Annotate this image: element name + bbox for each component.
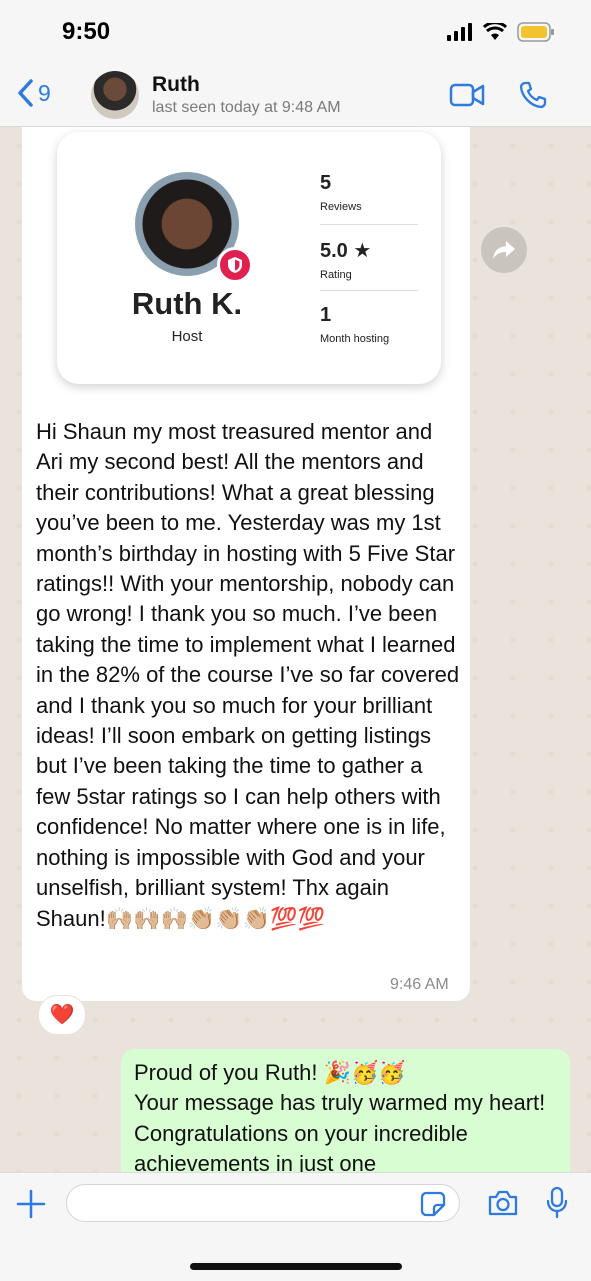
stat-divider	[320, 290, 418, 291]
input-bar	[0, 1172, 591, 1281]
stat-reviews: 5 Reviews	[320, 172, 418, 213]
contact-status: last seen today at 9:48 AM	[152, 99, 341, 116]
outgoing-message-text: Proud of you Ruth! 🎉🥳🥳 Your message has …	[134, 1060, 546, 1173]
stat-months: 1 Month hosting	[320, 304, 418, 345]
video-call-icon[interactable]	[449, 82, 485, 108]
avatar[interactable]	[91, 71, 139, 119]
verified-badge-icon	[217, 247, 253, 283]
stat-rating: 5.0 ★ Rating	[320, 238, 418, 281]
forward-button[interactable]	[481, 227, 527, 273]
plus-icon[interactable]	[14, 1187, 48, 1221]
stat-value: 5	[320, 172, 332, 194]
unread-count: 9	[38, 79, 51, 106]
stat-value: 1	[320, 304, 332, 326]
stat-divider	[320, 224, 418, 225]
battery-icon	[517, 22, 554, 42]
host-role: Host	[171, 328, 203, 345]
forward-icon	[493, 241, 515, 259]
signal-icon	[447, 23, 472, 41]
stat-label: Month hosting	[320, 333, 390, 345]
stat-value: 5.0 ★	[320, 240, 372, 262]
wifi-icon	[483, 23, 507, 40]
incoming-message-text: Hi Shaun my most treasured mentor and Ar…	[36, 419, 460, 931]
message-timestamp: 9:46 AM	[390, 976, 449, 993]
chat-area[interactable]: Ruth K. Host 5 Reviews 5.0 ★ Rating 1 Mo…	[0, 127, 591, 1173]
status-icons	[447, 22, 555, 42]
status-time: 9:50	[62, 18, 111, 45]
microphone-icon[interactable]	[545, 1186, 569, 1220]
contact-name[interactable]: Ruth	[152, 73, 200, 97]
stat-label: Reviews	[320, 201, 362, 213]
camera-icon[interactable]	[487, 1189, 519, 1217]
message-input[interactable]	[66, 1184, 460, 1222]
stat-label: Rating	[320, 269, 352, 281]
status-bar: 9:50	[0, 0, 591, 64]
reaction-badge[interactable]: ❤️	[38, 995, 86, 1035]
chat-header: 9 Ruth last seen today at 9:48 AM	[0, 64, 591, 127]
sticker-icon[interactable]	[420, 1191, 446, 1217]
home-indicator	[190, 1263, 402, 1270]
host-name: Ruth K.	[131, 286, 243, 321]
phone-call-icon[interactable]	[518, 80, 548, 110]
back-button[interactable]: 9	[16, 78, 51, 108]
profile-card: Ruth K. Host 5 Reviews 5.0 ★ Rating 1 Mo…	[57, 132, 441, 384]
chevron-left-icon	[18, 79, 33, 107]
